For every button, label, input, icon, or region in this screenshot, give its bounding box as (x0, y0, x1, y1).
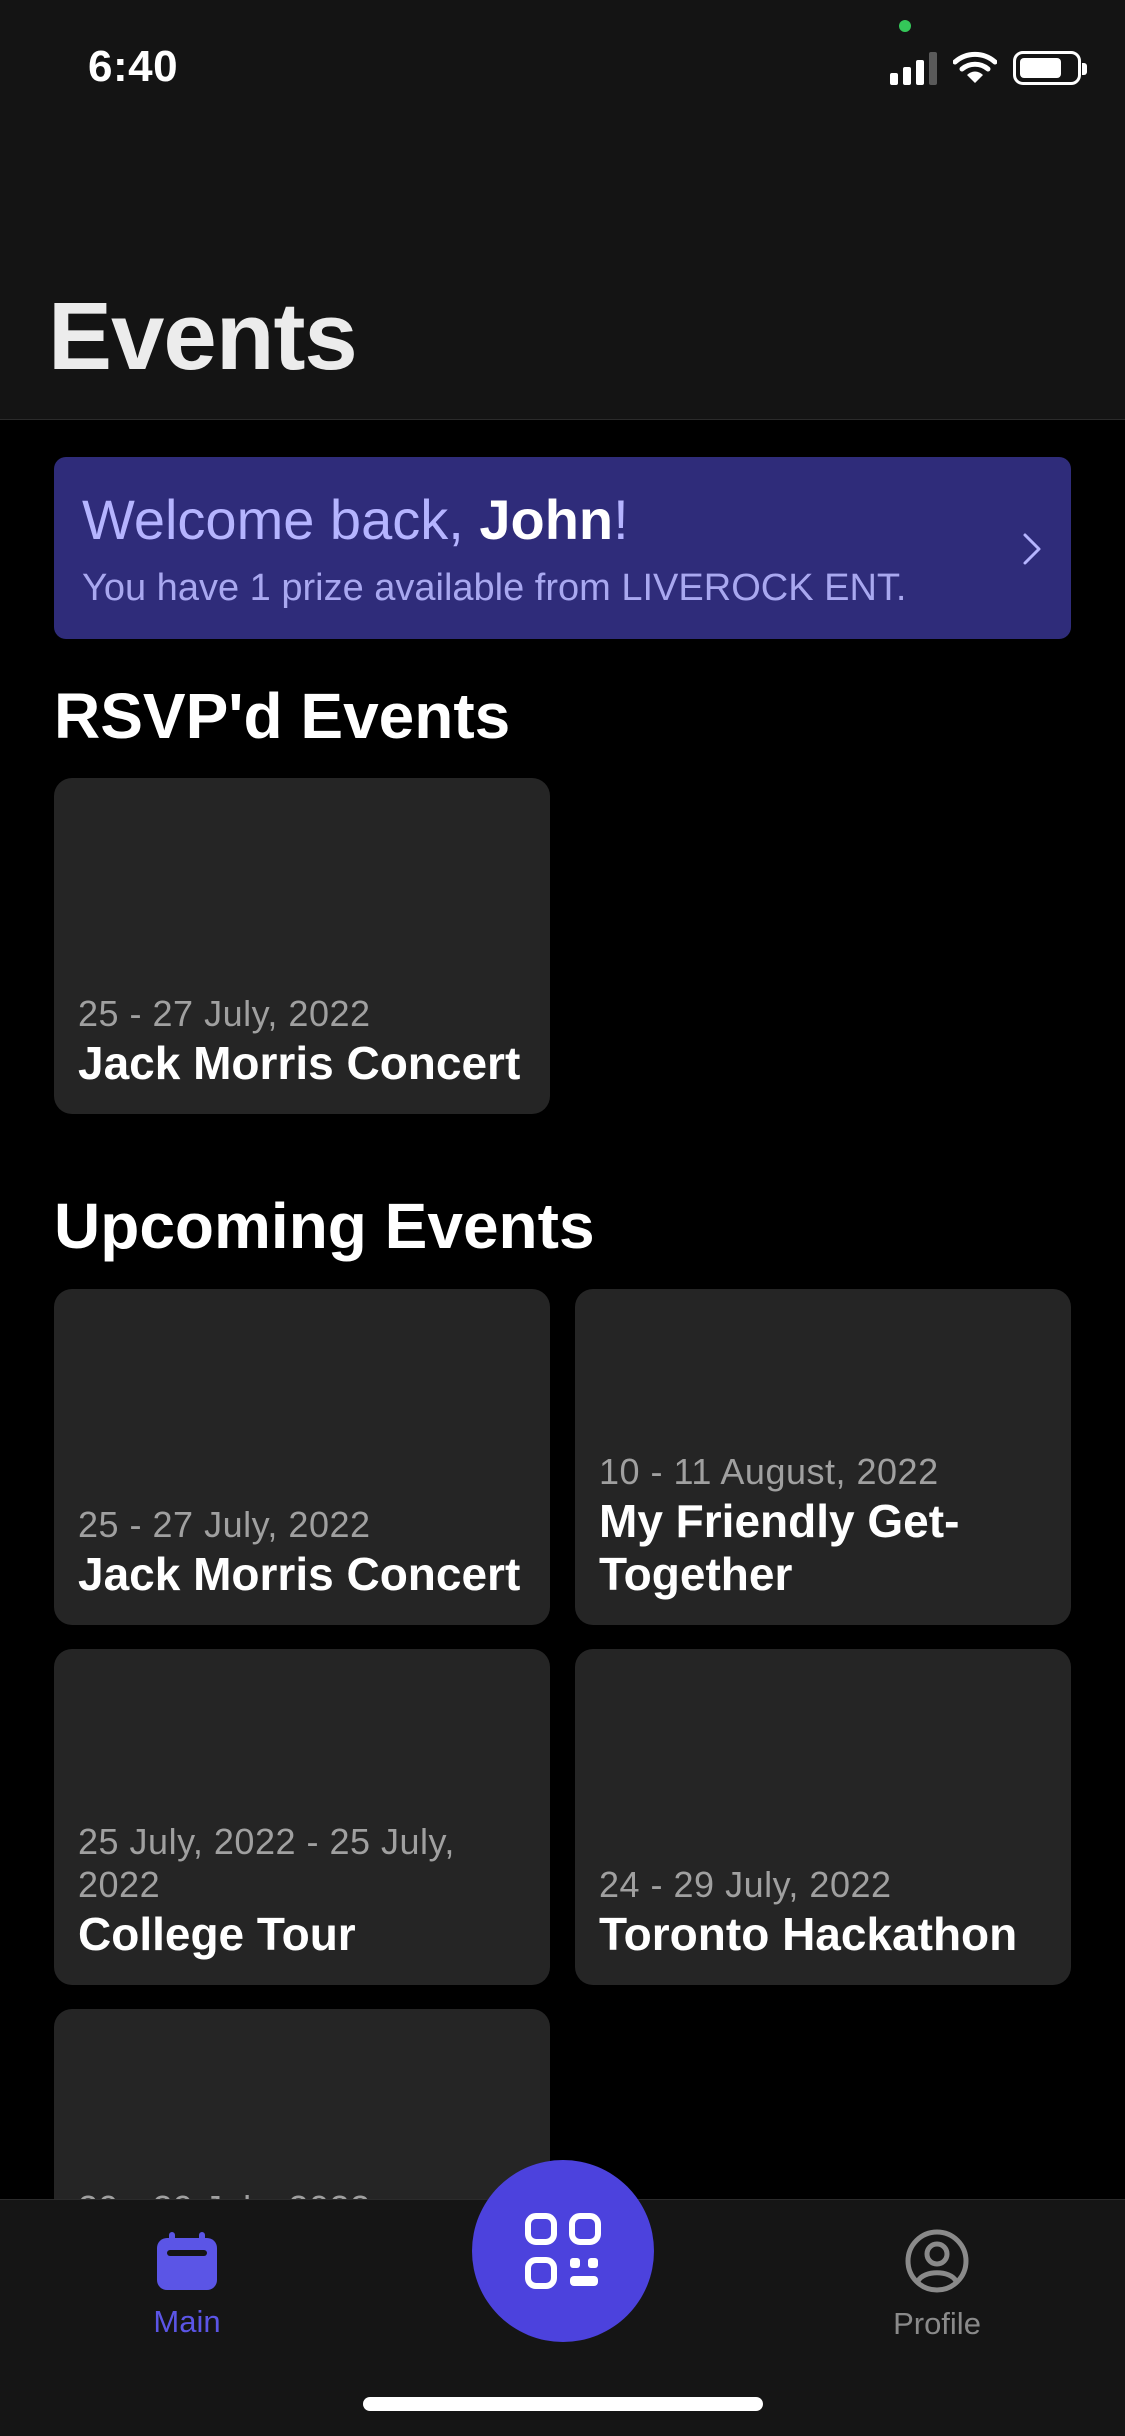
event-name: Jack Morris Concert (78, 1548, 521, 1600)
page-title: Events (48, 283, 358, 390)
battery-icon (1013, 51, 1087, 85)
event-date: 25 - 27 July, 2022 (78, 993, 371, 1034)
event-date: 25 July, 2022 - 25 July, 2022 (78, 1821, 455, 1905)
profile-icon (905, 2229, 969, 2293)
event-date: 24 - 29 July, 2022 (599, 1864, 892, 1905)
event-card[interactable]: 29 - 29 July, 2022 (54, 2009, 550, 2199)
welcome-greeting: Welcome back, John! (82, 488, 629, 551)
tab-main[interactable]: Main (97, 2228, 277, 2340)
upcoming-section-title: Upcoming Events (54, 1190, 595, 1262)
event-name: Toronto Hackathon (599, 1908, 1018, 1960)
tab-profile-label: Profile (893, 2306, 981, 2341)
events-content[interactable]: Welcome back, John! You have 1 prize ava… (0, 421, 1125, 2199)
camera-indicator-dot (899, 20, 911, 32)
event-date: 29 - 29 July, 2022 (78, 2187, 530, 2199)
calendar-icon (157, 2232, 217, 2290)
event-card[interactable]: 25 - 27 July, 2022 Jack Morris Concert (54, 778, 550, 1114)
event-card[interactable]: 25 - 27 July, 2022 Jack Morris Concert (54, 1289, 550, 1625)
event-name: My Friendly Get-Together (599, 1495, 960, 1600)
welcome-banner[interactable]: Welcome back, John! You have 1 prize ava… (54, 457, 1071, 639)
prize-message: You have 1 prize available from LIVEROCK… (82, 567, 907, 609)
rsvp-section-title: RSVP'd Events (54, 680, 511, 752)
event-name: Jack Morris Concert (78, 1037, 521, 1089)
user-name: John (479, 488, 614, 551)
event-card[interactable]: 10 - 11 August, 2022 My Friendly Get-Tog… (575, 1289, 1071, 1625)
chevron-right-icon (1023, 533, 1041, 565)
status-time: 6:40 (88, 42, 179, 91)
home-indicator (363, 2397, 763, 2411)
event-date: 25 - 27 July, 2022 (78, 1504, 371, 1545)
header: 6:40 Events (0, 0, 1125, 420)
wifi-icon (953, 51, 997, 83)
events-screen: 6:40 Events Welcome back, John! You have… (0, 0, 1125, 2436)
event-card[interactable]: 25 July, 2022 - 25 July, 2022 College To… (54, 1649, 550, 1985)
event-date: 10 - 11 August, 2022 (599, 1451, 939, 1492)
event-name: College Tour (78, 1908, 356, 1960)
event-card[interactable]: 24 - 29 July, 2022 Toronto Hackathon (575, 1649, 1071, 1985)
tab-main-label: Main (153, 2304, 221, 2339)
cellular-signal-icon (890, 51, 937, 85)
status-icons (890, 50, 1087, 86)
tab-profile[interactable]: Profile (847, 2228, 1027, 2342)
scan-qr-button[interactable] (472, 2160, 654, 2342)
qr-code-icon (525, 2213, 601, 2289)
